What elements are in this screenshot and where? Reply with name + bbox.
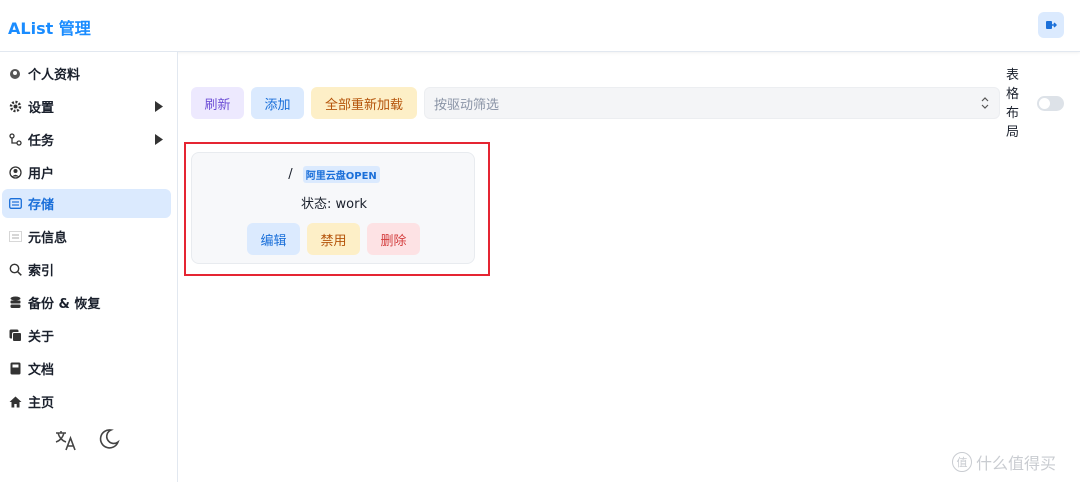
logout-button[interactable]	[1038, 12, 1064, 38]
sidebar-item-storage[interactable]: 存储	[2, 189, 171, 218]
edit-button[interactable]: 编辑	[247, 223, 300, 255]
storage-card: / 阿里云盘OPEN 状态: work 编辑 禁用 删除	[191, 152, 475, 264]
mount-path-text: /	[288, 167, 293, 182]
sidebar-item-home[interactable]: 主页	[2, 387, 171, 416]
tasks-icon	[8, 133, 22, 147]
table-layout-char: 局	[1006, 125, 1020, 140]
chevron-right-icon	[154, 134, 163, 149]
sidebar-item-settings[interactable]: 设置	[2, 92, 171, 121]
search-icon	[8, 263, 22, 277]
book-icon	[8, 362, 22, 376]
sidebar-item-label: 主页	[28, 396, 55, 411]
table-layout-char: 表	[1006, 68, 1020, 83]
table-layout-char: 布	[1006, 106, 1020, 121]
top-header: AList 管理	[0, 0, 1080, 52]
storage-icon	[8, 197, 22, 211]
driver-filter-select[interactable]: 按驱动筛选	[424, 87, 1000, 119]
app-title[interactable]: AList 管理	[8, 15, 91, 39]
moon-icon[interactable]	[98, 428, 120, 456]
database-icon	[8, 296, 22, 310]
chevron-right-icon	[154, 101, 163, 116]
sidebar-item-label: 备份 & 恢复	[28, 297, 101, 312]
sidebar-item-tasks[interactable]: 任务	[2, 125, 171, 154]
sidebar-item-meta[interactable]: 元信息	[2, 222, 171, 251]
driver-tag: 阿里云盘OPEN	[302, 166, 380, 183]
sidebar-item-docs[interactable]: 文档	[2, 354, 171, 383]
watermark-text: 什么值得买	[976, 454, 1057, 473]
sidebar-item-label: 文档	[28, 363, 55, 378]
translate-icon[interactable]	[54, 428, 78, 456]
sidebar-item-about[interactable]: 关于	[2, 321, 171, 350]
sidebar-item-label: 用户	[28, 167, 55, 182]
sidebar-item-label: 存储	[28, 198, 55, 213]
watermark: 值 什么值得买	[952, 450, 1056, 474]
home-icon	[8, 395, 22, 409]
driver-filter-placeholder: 按驱动筛选	[434, 97, 500, 113]
add-button[interactable]: 添加	[251, 87, 304, 119]
storage-status: 状态: work	[301, 197, 367, 212]
table-layout-label: 表 格 布 局	[1006, 66, 1022, 142]
sidebar-item-backup[interactable]: 备份 & 恢复	[2, 288, 171, 317]
sidebar-item-label: 关于	[28, 330, 55, 345]
sidebar-item-label: 个人资料	[28, 68, 81, 83]
sidebar-item-label: 设置	[28, 101, 55, 116]
logout-icon	[1046, 21, 1057, 29]
refresh-button[interactable]: 刷新	[191, 87, 244, 119]
select-caret-icon	[981, 96, 989, 114]
storage-mount-path: / 阿里云盘OPEN	[192, 166, 476, 183]
delete-button[interactable]: 删除	[367, 223, 420, 255]
table-layout-toggle[interactable]	[1037, 96, 1064, 111]
sidebar-item-index[interactable]: 索引	[2, 255, 171, 284]
toggle-knob	[1039, 98, 1050, 109]
table-layout-char: 格	[1006, 87, 1020, 102]
sidebar-tools	[54, 428, 120, 456]
reload-all-button[interactable]: 全部重新加载	[311, 87, 417, 119]
watermark-logo-icon: 值	[952, 452, 972, 472]
disable-button[interactable]: 禁用	[307, 223, 360, 255]
gear-icon	[8, 100, 22, 114]
profile-icon	[8, 67, 22, 81]
sidebar-item-label: 任务	[28, 134, 55, 149]
about-icon	[8, 329, 22, 343]
sidebar-item-label: 元信息	[28, 231, 68, 246]
sidebar-item-profile[interactable]: 个人资料	[2, 59, 171, 88]
sidebar-item-label: 索引	[28, 264, 55, 279]
meta-icon	[8, 230, 22, 244]
user-icon	[8, 166, 22, 180]
sidebar-item-users[interactable]: 用户	[2, 158, 171, 187]
sidebar: 个人资料 设置 任务 用户 存储 元信息 索引 备份 & 恢复 关于 文档 主页	[0, 52, 178, 482]
